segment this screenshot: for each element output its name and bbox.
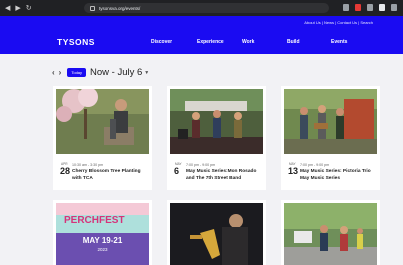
extension-icons	[343, 4, 397, 11]
nav-item-events[interactable]: Events	[331, 39, 347, 45]
banner-year: 2023	[97, 247, 108, 252]
banner-title: PERCHFEST	[64, 215, 125, 226]
event-title[interactable]: May Music Series:Mon Rosado and The 7th …	[186, 168, 264, 182]
event-day: 28	[60, 166, 71, 176]
main-navigation: TYSONS Discover Experience Work Build Ev…	[0, 30, 403, 54]
event-title[interactable]: Cherry Blossom Tree Planting with TCA	[72, 168, 150, 182]
event-card[interactable]: MAY 13 7:00 pm - 9:00 pm May Music Serie…	[281, 86, 380, 190]
event-image	[56, 89, 149, 154]
back-icon[interactable]: ◀	[5, 5, 10, 12]
event-time: 7:00 pm - 9:00 pm	[186, 163, 216, 167]
event-image	[170, 89, 263, 154]
address-bar[interactable]: tysonsva.org/events/	[84, 3, 329, 13]
site-logo[interactable]: TYSONS	[57, 37, 95, 47]
chevron-right-icon[interactable]: ›	[59, 68, 62, 77]
event-card[interactable]: PERCHFEST MAY 19-21 2023	[53, 200, 152, 265]
browser-window: ◀ ▶ ↻ tysonsva.org/events/ About Us | Ne…	[0, 0, 403, 265]
extension-icon[interactable]	[355, 4, 361, 11]
forward-icon[interactable]: ▶	[15, 5, 20, 12]
browser-toolbar: ◀ ▶ ↻ tysonsva.org/events/	[0, 0, 403, 16]
event-day: 6	[174, 166, 180, 176]
share-icon[interactable]	[343, 4, 349, 11]
chevron-left-icon[interactable]: ‹	[52, 68, 55, 77]
nav-item-work[interactable]: Work	[242, 39, 254, 45]
event-image: PERCHFEST MAY 19-21 2023	[56, 203, 149, 265]
event-card[interactable]	[281, 200, 380, 265]
event-card[interactable]	[167, 200, 266, 265]
utility-bar: About Us | News | Contact Us | Search	[0, 16, 403, 30]
banner-dates: MAY 19-21	[82, 236, 123, 245]
event-day: 13	[288, 166, 299, 176]
nav-item-experience[interactable]: Experience	[197, 39, 224, 45]
event-image	[284, 89, 377, 154]
event-image	[170, 203, 263, 265]
banner-flowers	[56, 203, 149, 215]
sidebar-icon[interactable]	[379, 4, 385, 11]
event-card[interactable]: APR 28 10:30 am - 3:30 pm Cherry Blossom…	[53, 86, 152, 190]
nav-item-discover[interactable]: Discover	[151, 39, 172, 45]
profile-icon[interactable]	[391, 4, 397, 11]
address-url: tysonsva.org/events/	[99, 5, 141, 11]
lock-icon	[90, 5, 95, 11]
nav-item-build[interactable]: Build	[287, 39, 300, 45]
reload-icon[interactable]: ↻	[26, 5, 32, 12]
date-range-label[interactable]: Now - July 6	[90, 67, 142, 78]
today-button[interactable]: Today	[67, 68, 87, 77]
event-card[interactable]: MAY 6 7:00 pm - 9:00 pm May Music Series…	[167, 86, 266, 190]
chevron-down-icon[interactable]: ▼	[144, 70, 149, 76]
event-title[interactable]: May Music Series: Pictoria Trio May Musi…	[300, 168, 378, 182]
calendar-toolbar: ‹ › Today Now - July 6 ▼	[52, 67, 149, 78]
utility-links[interactable]: About Us | News | Contact Us | Search	[304, 20, 373, 25]
browser-nav-buttons: ◀ ▶ ↻	[5, 5, 32, 12]
event-time: 7:00 pm - 9:00 pm	[300, 163, 330, 167]
extension-icon[interactable]	[367, 4, 373, 11]
event-time: 10:30 am - 3:30 pm	[72, 163, 104, 167]
event-image	[284, 203, 377, 265]
